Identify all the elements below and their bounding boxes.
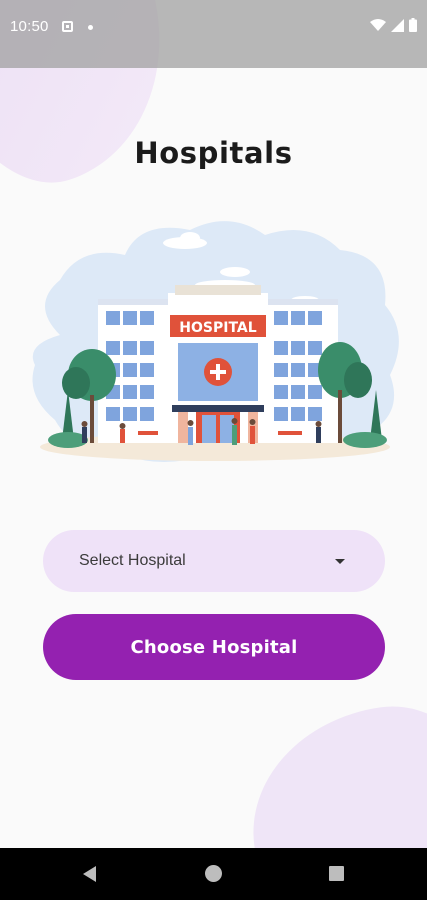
- wifi-icon: [370, 18, 386, 31]
- notification-app-icon: [62, 21, 73, 32]
- home-icon[interactable]: [205, 865, 222, 882]
- illustration-sign-text: HOSPITAL: [179, 320, 256, 336]
- dot-icon: [88, 25, 93, 30]
- back-icon[interactable]: [82, 866, 98, 882]
- status-bar: 10:50: [0, 0, 427, 68]
- page-title: Hospitals: [134, 136, 293, 170]
- dropdown-arrow-icon: [335, 558, 345, 564]
- hospital-select-dropdown[interactable]: Select Hospital: [43, 530, 385, 592]
- status-icons: [370, 18, 417, 32]
- recents-icon[interactable]: [329, 866, 344, 881]
- navigation-bar: [0, 848, 427, 900]
- choose-hospital-button[interactable]: Choose Hospital: [43, 614, 385, 680]
- status-time: 10:50: [10, 18, 49, 35]
- signal-icon: [391, 18, 404, 32]
- hospital-select-value: Select Hospital: [79, 552, 186, 569]
- hospital-illustration: HOSPITAL: [32, 221, 399, 463]
- battery-icon: [409, 18, 417, 32]
